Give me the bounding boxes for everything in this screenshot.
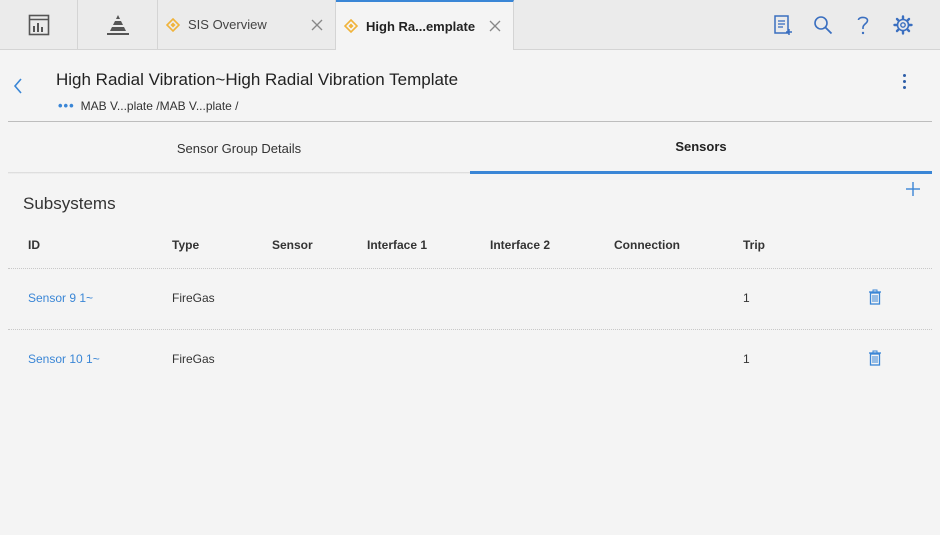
- help-button[interactable]: [851, 12, 875, 38]
- clipboard-add-icon: [774, 15, 792, 35]
- dashboard-icon: [28, 14, 49, 35]
- close-icon[interactable]: [485, 16, 505, 36]
- pyramid-button[interactable]: [78, 0, 158, 49]
- trash-icon: [869, 350, 881, 366]
- dashboard-button[interactable]: [0, 0, 78, 49]
- chevron-left-icon: [13, 78, 22, 94]
- ellipsis-icon[interactable]: •••: [58, 99, 75, 112]
- top-tab-bar: SIS Overview High Ra...emplate: [0, 0, 940, 50]
- gear-icon: [893, 15, 913, 35]
- row-divider: [8, 268, 932, 269]
- delete-button[interactable]: [867, 288, 883, 306]
- column-header-connection: Connection: [614, 238, 680, 252]
- add-button[interactable]: [904, 180, 922, 198]
- search-icon: [814, 16, 833, 35]
- trip-cell: 1: [743, 352, 750, 366]
- column-header-interface-1: Interface 1: [367, 238, 428, 252]
- type-cell: FireGas: [172, 352, 215, 366]
- subtab-shadow: [8, 172, 470, 174]
- trip-cell: 1: [743, 291, 750, 305]
- back-button[interactable]: [8, 74, 28, 98]
- page-title: High Radial Vibration~High Radial Vibrat…: [56, 70, 459, 89]
- delete-button[interactable]: [867, 349, 883, 367]
- column-header-interface-2: Interface 2: [490, 238, 551, 252]
- clipboard-add-button[interactable]: [771, 12, 795, 38]
- trash-icon: [869, 289, 881, 305]
- section-title: Subsystems: [23, 194, 116, 213]
- sensor-id-link[interactable]: Sensor 10 1~: [28, 352, 100, 366]
- close-icon[interactable]: [307, 15, 327, 35]
- breadcrumb[interactable]: ••• MAB V...plate /MAB V...plate /: [58, 99, 239, 113]
- tab-sensor-group-details[interactable]: Sensor Group Details: [8, 122, 470, 174]
- diamond-icon: [166, 17, 180, 32]
- tab-label: High Ra...emplate: [366, 18, 476, 34]
- column-header-sensor: Sensor: [272, 238, 313, 252]
- diamond-icon: [344, 19, 358, 33]
- column-header-trip: Trip: [743, 238, 766, 252]
- breadcrumb-text[interactable]: MAB V...plate /MAB V...plate /: [81, 99, 239, 113]
- settings-button[interactable]: [891, 12, 915, 38]
- tab-sensors[interactable]: Sensors: [470, 122, 932, 174]
- search-button[interactable]: [811, 12, 835, 38]
- column-header-type: Type: [172, 238, 200, 252]
- plus-icon: [906, 182, 920, 196]
- tab-high-radial-template[interactable]: High Ra...emplate: [336, 0, 514, 50]
- column-header-id: ID: [28, 238, 40, 252]
- more-options-icon[interactable]: [896, 70, 912, 92]
- type-cell: FireGas: [172, 291, 215, 305]
- pyramid-icon: [106, 14, 129, 35]
- sensor-id-link[interactable]: Sensor 9 1~: [28, 291, 93, 305]
- tab-sis-overview[interactable]: SIS Overview: [158, 0, 336, 49]
- row-divider: [8, 329, 932, 330]
- tab-label: SIS Overview: [188, 17, 267, 32]
- help-icon: [857, 16, 869, 35]
